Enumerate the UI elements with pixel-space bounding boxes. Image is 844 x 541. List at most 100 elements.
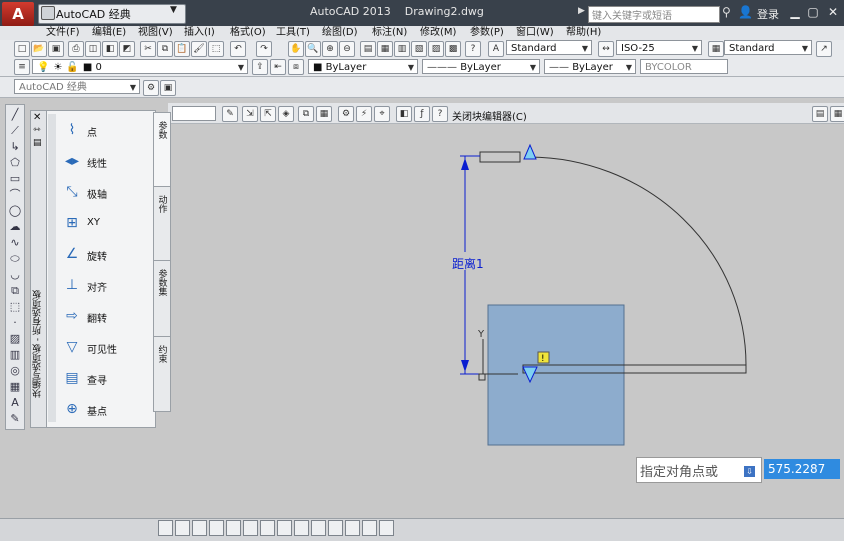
menu-tools[interactable]: 工具(T) xyxy=(276,26,310,40)
match-properties-icon[interactable]: 🖌 xyxy=(191,41,207,57)
maximize-icon[interactable]: ▢ xyxy=(804,4,822,20)
dim-style-icon[interactable]: ↔ xyxy=(598,41,614,57)
polygon-icon[interactable]: ⬠ xyxy=(8,156,22,170)
calculator-icon[interactable]: ▩ xyxy=(445,41,461,57)
menu-modify[interactable]: 修改(M) xyxy=(420,26,456,40)
3d-print-icon[interactable]: ◩ xyxy=(119,41,135,57)
point-icon[interactable]: · xyxy=(8,316,22,330)
multileader-style-icon[interactable]: ↗ xyxy=(816,41,832,57)
ortho-mode-icon[interactable] xyxy=(209,520,224,536)
paste-icon[interactable]: 📋 xyxy=(174,41,190,57)
ellipse-icon[interactable]: ⬭ xyxy=(8,252,22,266)
minimize-icon[interactable]: ▁ xyxy=(786,4,804,20)
user-icon[interactable]: 👤 xyxy=(738,5,753,19)
workspace-settings-icon[interactable]: ⚙ xyxy=(143,80,159,96)
palette-item-flip[interactable]: ⇨ 翻转 xyxy=(58,302,152,330)
multiline-text-icon[interactable]: A xyxy=(8,396,22,410)
infer-constraints-icon[interactable] xyxy=(158,520,173,536)
transparency-icon[interactable] xyxy=(345,520,360,536)
palette-item-alignment[interactable]: ⊥ 对齐 xyxy=(58,271,152,299)
help-icon[interactable]: ? xyxy=(465,41,481,57)
autohide-icon[interactable]: ⇿ xyxy=(33,125,41,135)
polyline-icon[interactable]: ↳ xyxy=(8,140,22,154)
close-icon[interactable]: ✕ xyxy=(824,4,842,20)
grip-top-icon[interactable] xyxy=(523,143,537,160)
properties-icon[interactable]: ▤ xyxy=(360,41,376,57)
construction-line-icon[interactable]: ⟋ xyxy=(8,124,22,138)
make-block-icon[interactable]: ⬚ xyxy=(8,300,22,314)
preview-icon[interactable]: ◫ xyxy=(85,41,101,57)
zoom-window-icon[interactable]: ⊕ xyxy=(322,41,338,57)
new-file-icon[interactable]: □ xyxy=(14,41,30,57)
insert-block-icon[interactable]: ⧉ xyxy=(8,284,22,298)
workspace-select[interactable]: AutoCAD 经典 ▼ xyxy=(14,79,140,94)
application-menu-button[interactable]: A xyxy=(2,2,34,26)
quick-properties-icon[interactable] xyxy=(362,520,377,536)
palette-scroll-strip[interactable] xyxy=(48,114,56,422)
text-style-icon[interactable]: A xyxy=(488,41,504,57)
palette-item-polar[interactable]: ⤡ 极轴 xyxy=(58,178,152,206)
redo-icon[interactable]: ↷ xyxy=(256,41,272,57)
menu-edit[interactable]: 编辑(E) xyxy=(92,26,126,40)
menu-view[interactable]: 视图(V) xyxy=(138,26,173,40)
linetype-select[interactable]: ——— ByLayer ▼ xyxy=(422,59,540,74)
make-current-icon[interactable]: ⇪ xyxy=(252,59,268,75)
publish-icon[interactable]: ◧ xyxy=(102,41,118,57)
login-link[interactable]: 登录 xyxy=(757,6,779,22)
revision-cloud-icon[interactable]: ☁ xyxy=(8,220,22,234)
dynamic-input-icon[interactable] xyxy=(311,520,326,536)
menu-parametric[interactable]: 参数(P) xyxy=(470,26,504,40)
copy-icon[interactable]: ⧉ xyxy=(157,41,173,57)
palette-item-xy[interactable]: ⊞ XY xyxy=(58,209,152,237)
palette-item-linear[interactable]: ◂▸ 线性 xyxy=(58,147,152,175)
design-center-icon[interactable]: ▦ xyxy=(377,41,393,57)
layer-properties-icon[interactable]: ≡ xyxy=(14,59,30,75)
dynamic-ucs-icon[interactable] xyxy=(294,520,309,536)
add-selected-icon[interactable]: ✎ xyxy=(8,412,22,426)
close-icon[interactable]: ✕ xyxy=(33,112,41,123)
lineweight-icon[interactable] xyxy=(328,520,343,536)
circle-icon[interactable]: ◯ xyxy=(8,204,22,218)
spline-icon[interactable]: ∿ xyxy=(8,236,22,250)
cut-icon[interactable]: ✂ xyxy=(140,41,156,57)
menu-dimension[interactable]: 标注(N) xyxy=(372,26,407,40)
hatch-icon[interactable]: ▨ xyxy=(8,332,22,346)
lineweight-select[interactable]: —— ByLayer ▼ xyxy=(544,59,636,74)
menu-file[interactable]: 文件(F) xyxy=(46,26,80,40)
save-icon[interactable]: ▣ xyxy=(48,41,64,57)
selection-cycling-icon[interactable] xyxy=(379,520,394,536)
arc-icon[interactable]: ⌒ xyxy=(8,188,22,202)
sheet-set-icon[interactable]: ▧ xyxy=(411,41,427,57)
menu-draw[interactable]: 绘图(D) xyxy=(322,26,358,40)
object-snap-icon[interactable] xyxy=(243,520,258,536)
search-expand-icon[interactable]: ▶ xyxy=(578,6,585,16)
dim-style-select[interactable]: ISO-25 ▼ xyxy=(616,40,702,55)
gradient-icon[interactable]: ▥ xyxy=(8,348,22,362)
object-tracking-icon[interactable] xyxy=(277,520,292,536)
palette-item-basepoint[interactable]: ⊕ 基点 xyxy=(58,395,152,423)
polar-tracking-icon[interactable] xyxy=(226,520,241,536)
zoom-realtime-icon[interactable]: 🔍 xyxy=(305,41,321,57)
tool-palettes-icon[interactable]: ▥ xyxy=(394,41,410,57)
workspace-lock-icon[interactable]: ▣ xyxy=(160,80,176,96)
menu-help[interactable]: 帮助(H) xyxy=(566,26,601,40)
dimension-label[interactable]: 距离1 xyxy=(452,256,484,271)
layer-state-icon[interactable]: ⧈ xyxy=(288,59,304,75)
palette-item-lookup[interactable]: ▤ 查寻 xyxy=(58,364,152,392)
open-file-icon[interactable]: 📂 xyxy=(31,41,47,57)
menu-format[interactable]: 格式(O) xyxy=(230,26,266,40)
chevron-down-icon[interactable]: ▼ xyxy=(170,5,177,15)
grid-display-icon[interactable] xyxy=(192,520,207,536)
menu-window[interactable]: 窗口(W) xyxy=(516,26,554,40)
rectangle-icon[interactable]: ▭ xyxy=(8,172,22,186)
zoom-previous-icon[interactable]: ⊖ xyxy=(339,41,355,57)
markup-icon[interactable]: ▨ xyxy=(428,41,444,57)
print-icon[interactable]: ⎙ xyxy=(68,41,84,57)
ellipse-arc-icon[interactable]: ◡ xyxy=(8,268,22,282)
line-icon[interactable]: ╱ xyxy=(8,108,22,122)
region-icon[interactable]: ◎ xyxy=(8,364,22,378)
color-select[interactable]: ■ ByLayer ▼ xyxy=(308,59,418,74)
menu-insert[interactable]: 插入(I) xyxy=(184,26,215,40)
layer-previous-icon[interactable]: ⇤ xyxy=(270,59,286,75)
properties-icon[interactable]: ▤ xyxy=(33,138,42,148)
